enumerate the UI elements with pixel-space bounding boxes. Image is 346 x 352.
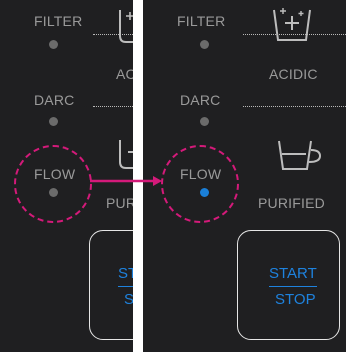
- transition-arrow: [90, 176, 162, 186]
